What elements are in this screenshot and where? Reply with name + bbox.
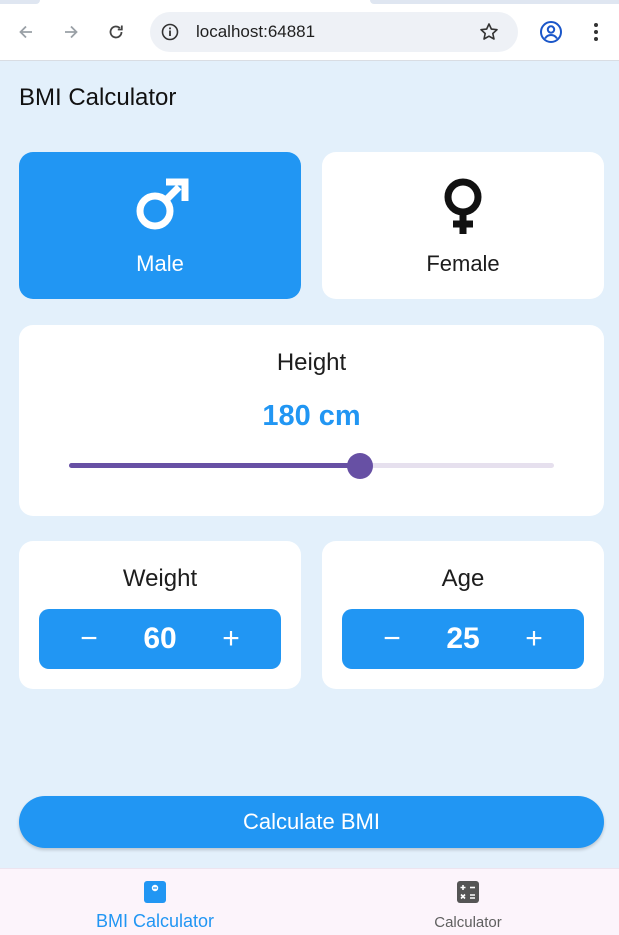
- age-stepper: − 25 +: [342, 609, 584, 669]
- address-bar[interactable]: localhost:64881: [150, 12, 518, 52]
- nav-item-calculator[interactable]: Calculator: [368, 869, 568, 935]
- calculate-bmi-button[interactable]: Calculate BMI: [19, 796, 604, 848]
- more-menu-icon[interactable]: [588, 20, 604, 44]
- bookmark-star-icon[interactable]: [478, 21, 500, 43]
- bottom-navigation: BMI Calculator Calculator: [0, 868, 619, 935]
- nav-label-bmi-calculator: BMI Calculator: [95, 911, 215, 931]
- nav-label-calculator: Calculator: [434, 914, 502, 931]
- forward-arrow-icon: [65, 25, 78, 39]
- browser-toolbar: localhost:64881: [0, 0, 619, 61]
- back-button[interactable]: [10, 16, 42, 48]
- profile-icon[interactable]: [539, 20, 563, 44]
- url-text[interactable]: localhost:64881: [196, 22, 315, 42]
- bmi-icon: [144, 881, 166, 903]
- back-arrow-icon: [19, 25, 32, 39]
- male-icon: [136, 178, 189, 230]
- gender-label-male: Male: [136, 251, 184, 276]
- weight-title: Weight: [122, 565, 198, 592]
- height-card: Height 180 cm: [19, 325, 604, 516]
- tab-edge-right[interactable]: [370, 0, 619, 4]
- height-value: 180 cm: [262, 400, 361, 432]
- nav-item-bmi-calculator[interactable]: BMI Calculator: [55, 869, 255, 935]
- gender-label-female: Female: [426, 251, 500, 276]
- height-slider-thumb[interactable]: [347, 453, 373, 479]
- age-increment-button[interactable]: +: [504, 609, 564, 669]
- age-card: Age − 25 +: [322, 541, 604, 689]
- weight-increment-button[interactable]: +: [201, 609, 261, 669]
- gender-card-male[interactable]: Male: [19, 152, 301, 299]
- height-slider[interactable]: [69, 453, 554, 479]
- age-value: 25: [446, 622, 480, 655]
- reload-icon: [109, 25, 123, 39]
- weight-stepper: − 60 +: [39, 609, 281, 669]
- weight-card: Weight − 60 +: [19, 541, 301, 689]
- height-title: Height: [276, 349, 347, 376]
- tab-strip: [0, 0, 619, 4]
- forward-button[interactable]: [55, 16, 87, 48]
- gender-card-female[interactable]: Female: [322, 152, 604, 299]
- reload-button[interactable]: [100, 16, 132, 48]
- female-icon: [444, 178, 482, 234]
- calculator-icon: [457, 881, 479, 903]
- weight-value: 60: [143, 622, 177, 655]
- age-title: Age: [441, 565, 485, 592]
- height-slider-fill: [69, 463, 360, 468]
- tab-edge-left[interactable]: [0, 0, 40, 4]
- site-info-icon[interactable]: [160, 22, 180, 42]
- app-title: BMI Calculator: [19, 84, 177, 111]
